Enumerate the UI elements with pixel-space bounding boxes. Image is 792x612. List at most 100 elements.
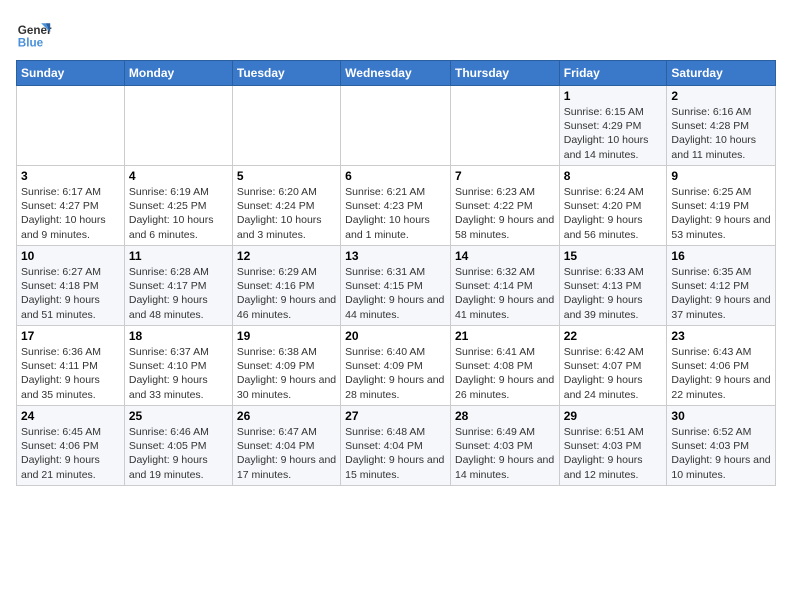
calendar-cell: 27 Sunrise: 6:48 AM Sunset: 4:04 PM Dayli… [341,406,451,486]
day-info: Sunrise: 6:24 AM Sunset: 4:20 PM Dayligh… [564,185,663,242]
day-number: 17 [21,329,120,343]
day-info: Sunrise: 6:16 AM Sunset: 4:28 PM Dayligh… [671,105,771,162]
day-number: 26 [237,409,336,423]
calendar-cell: 30Sunrise: 6:52 AM Sunset: 4:03 PM Dayli… [667,406,776,486]
calendar-cell: 14 Sunrise: 6:32 AM Sunset: 4:14 PM Dayli… [450,246,559,326]
calendar-cell: 22 Sunrise: 6:42 AM Sunset: 4:07 PM Dayli… [559,326,667,406]
day-number: 19 [237,329,336,343]
day-number: 29 [564,409,663,423]
day-info: Sunrise: 6:48 AM Sunset: 4:04 PM Dayligh… [345,425,446,482]
calendar-cell: 20Sunrise: 6:40 AM Sunset: 4:09 PM Dayli… [341,326,451,406]
day-info: Sunrise: 6:46 AM Sunset: 4:05 PM Dayligh… [129,425,228,482]
calendar-cell: 10 Sunrise: 6:27 AM Sunset: 4:18 PM Dayli… [17,246,125,326]
calendar-cell: 19 Sunrise: 6:38 AM Sunset: 4:09 PM Dayli… [232,326,340,406]
calendar-cell: 5 Sunrise: 6:20 AM Sunset: 4:24 PM Daylig… [232,166,340,246]
calendar-week-row: 3 Sunrise: 6:17 AM Sunset: 4:27 PM Daylig… [17,166,776,246]
column-header-sunday: Sunday [17,61,125,86]
svg-text:Blue: Blue [18,37,44,50]
calendar-cell: 21 Sunrise: 6:41 AM Sunset: 4:08 PM Dayli… [450,326,559,406]
day-info: Sunrise: 6:51 AM Sunset: 4:03 PM Dayligh… [564,425,663,482]
day-number: 15 [564,249,663,263]
calendar-week-row: 10 Sunrise: 6:27 AM Sunset: 4:18 PM Dayli… [17,246,776,326]
calendar-cell: 6 Sunrise: 6:21 AM Sunset: 4:23 PM Daylig… [341,166,451,246]
day-info: Sunrise: 6:29 AM Sunset: 4:16 PM Dayligh… [237,265,336,322]
day-number: 12 [237,249,336,263]
calendar-cell: 16 Sunrise: 6:35 AM Sunset: 4:12 PM Dayli… [667,246,776,326]
day-info: Sunrise: 6:25 AM Sunset: 4:19 PM Dayligh… [671,185,771,242]
calendar-cell: 3 Sunrise: 6:17 AM Sunset: 4:27 PM Daylig… [17,166,125,246]
day-info: Sunrise: 6:19 AM Sunset: 4:25 PM Dayligh… [129,185,228,242]
day-info: Sunrise: 6:28 AM Sunset: 4:17 PM Dayligh… [129,265,228,322]
column-header-tuesday: Tuesday [232,61,340,86]
calendar-cell: 7Sunrise: 6:23 AM Sunset: 4:22 PM Daylig… [450,166,559,246]
day-number: 27 [345,409,446,423]
calendar-cell: 23 Sunrise: 6:43 AM Sunset: 4:06 PM Dayli… [667,326,776,406]
day-number: 16 [671,249,771,263]
day-info: Sunrise: 6:35 AM Sunset: 4:12 PM Dayligh… [671,265,771,322]
day-number: 28 [455,409,555,423]
calendar-table: SundayMondayTuesdayWednesdayThursdayFrid… [16,60,776,486]
column-header-thursday: Thursday [450,61,559,86]
day-number: 24 [21,409,120,423]
day-number: 23 [671,329,771,343]
day-info: Sunrise: 6:37 AM Sunset: 4:10 PM Dayligh… [129,345,228,402]
day-info: Sunrise: 6:31 AM Sunset: 4:15 PM Dayligh… [345,265,446,322]
day-info: Sunrise: 6:32 AM Sunset: 4:14 PM Dayligh… [455,265,555,322]
calendar-week-row: 24 Sunrise: 6:45 AM Sunset: 4:06 PM Dayli… [17,406,776,486]
calendar-week-row: 17Sunrise: 6:36 AM Sunset: 4:11 PM Dayli… [17,326,776,406]
day-info: Sunrise: 6:21 AM Sunset: 4:23 PM Dayligh… [345,185,446,242]
calendar-cell [450,86,559,166]
day-number: 22 [564,329,663,343]
day-info: Sunrise: 6:45 AM Sunset: 4:06 PM Dayligh… [21,425,120,482]
day-number: 4 [129,169,228,183]
page-header: General Blue [16,16,776,52]
day-info: Sunrise: 6:27 AM Sunset: 4:18 PM Dayligh… [21,265,120,322]
day-info: Sunrise: 6:17 AM Sunset: 4:27 PM Dayligh… [21,185,120,242]
day-info: Sunrise: 6:38 AM Sunset: 4:09 PM Dayligh… [237,345,336,402]
calendar-cell: 26 Sunrise: 6:47 AM Sunset: 4:04 PM Dayli… [232,406,340,486]
calendar-cell [124,86,232,166]
calendar-cell: 11 Sunrise: 6:28 AM Sunset: 4:17 PM Dayli… [124,246,232,326]
calendar-cell: 2 Sunrise: 6:16 AM Sunset: 4:28 PM Daylig… [667,86,776,166]
day-number: 2 [671,89,771,103]
day-number: 6 [345,169,446,183]
day-number: 3 [21,169,120,183]
day-info: Sunrise: 6:40 AM Sunset: 4:09 PM Dayligh… [345,345,446,402]
calendar-cell: 8 Sunrise: 6:24 AM Sunset: 4:20 PM Daylig… [559,166,667,246]
day-number: 5 [237,169,336,183]
day-number: 30 [671,409,771,423]
day-number: 18 [129,329,228,343]
calendar-cell: 24 Sunrise: 6:45 AM Sunset: 4:06 PM Dayli… [17,406,125,486]
day-info: Sunrise: 6:42 AM Sunset: 4:07 PM Dayligh… [564,345,663,402]
day-info: Sunrise: 6:43 AM Sunset: 4:06 PM Dayligh… [671,345,771,402]
day-number: 21 [455,329,555,343]
day-info: Sunrise: 6:47 AM Sunset: 4:04 PM Dayligh… [237,425,336,482]
calendar-cell: 25 Sunrise: 6:46 AM Sunset: 4:05 PM Dayli… [124,406,232,486]
day-number: 11 [129,249,228,263]
calendar-cell: 29 Sunrise: 6:51 AM Sunset: 4:03 PM Dayli… [559,406,667,486]
day-number: 13 [345,249,446,263]
calendar-cell: 18 Sunrise: 6:37 AM Sunset: 4:10 PM Dayli… [124,326,232,406]
calendar-cell [232,86,340,166]
day-number: 14 [455,249,555,263]
column-header-monday: Monday [124,61,232,86]
column-header-wednesday: Wednesday [341,61,451,86]
column-header-friday: Friday [559,61,667,86]
calendar-cell: 4 Sunrise: 6:19 AM Sunset: 4:25 PM Daylig… [124,166,232,246]
day-number: 25 [129,409,228,423]
calendar-cell: 12 Sunrise: 6:29 AM Sunset: 4:16 PM Dayli… [232,246,340,326]
logo: General Blue [16,16,52,52]
day-number: 10 [21,249,120,263]
day-info: Sunrise: 6:41 AM Sunset: 4:08 PM Dayligh… [455,345,555,402]
calendar-cell: 28 Sunrise: 6:49 AM Sunset: 4:03 PM Dayli… [450,406,559,486]
calendar-cell [341,86,451,166]
day-number: 1 [564,89,663,103]
calendar-cell: 9Sunrise: 6:25 AM Sunset: 4:19 PM Daylig… [667,166,776,246]
day-number: 8 [564,169,663,183]
day-info: Sunrise: 6:49 AM Sunset: 4:03 PM Dayligh… [455,425,555,482]
day-info: Sunrise: 6:15 AM Sunset: 4:29 PM Dayligh… [564,105,663,162]
calendar-header-row: SundayMondayTuesdayWednesdayThursdayFrid… [17,61,776,86]
day-number: 7 [455,169,555,183]
day-info: Sunrise: 6:20 AM Sunset: 4:24 PM Dayligh… [237,185,336,242]
calendar-cell: 1 Sunrise: 6:15 AM Sunset: 4:29 PM Daylig… [559,86,667,166]
